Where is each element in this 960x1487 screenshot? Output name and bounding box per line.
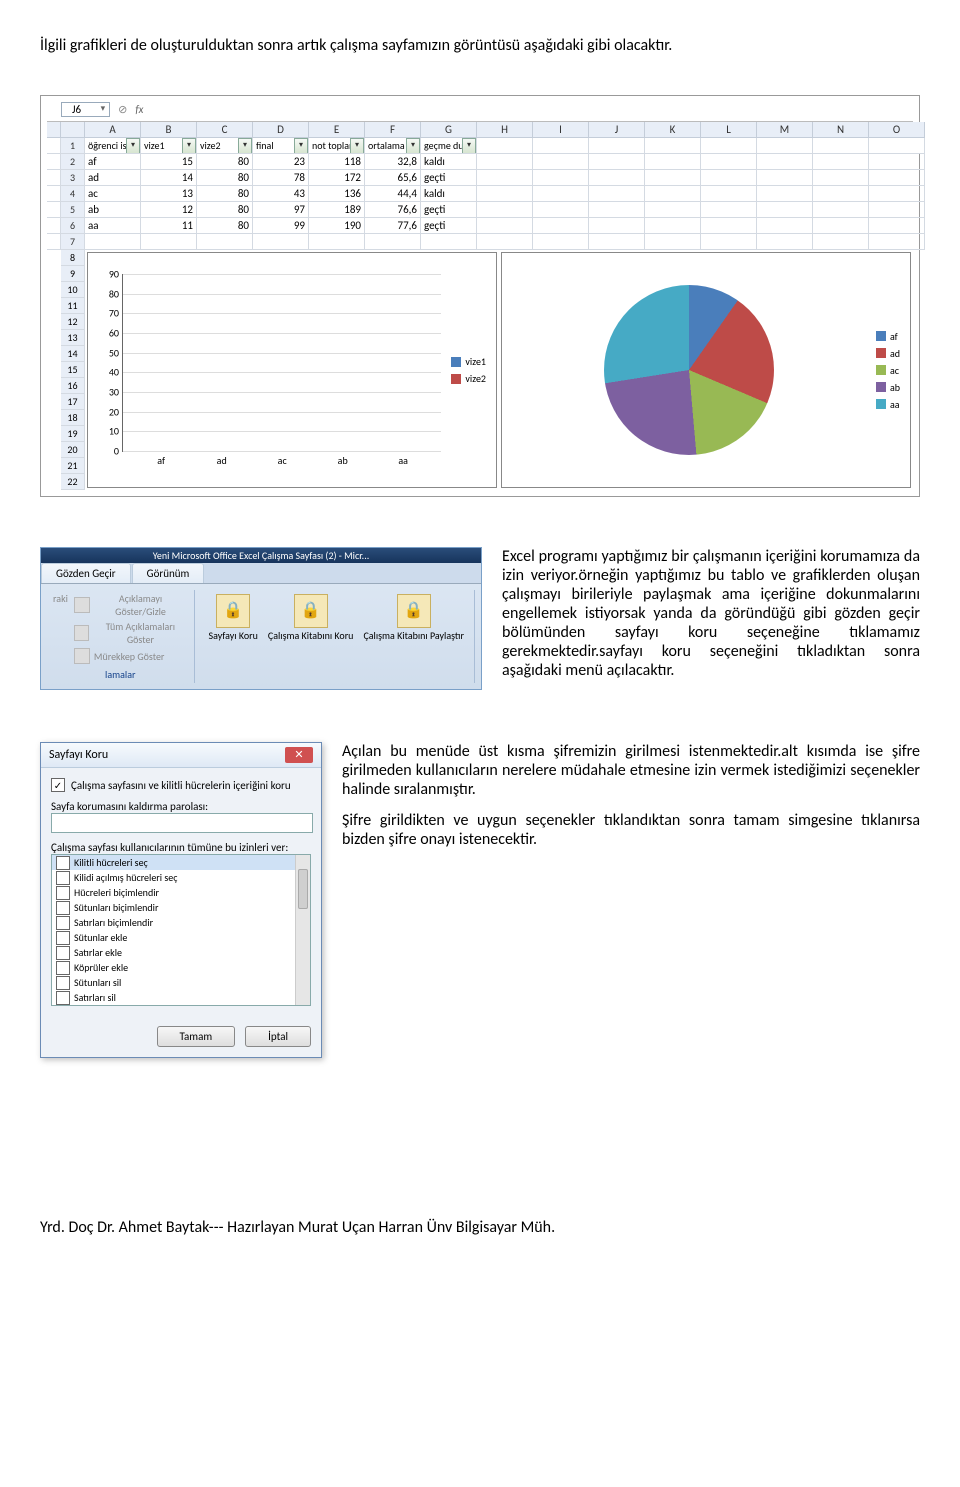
pie-chart: [604, 285, 774, 455]
dialog-title: Sayfayı Koru: [49, 748, 108, 762]
permission-item[interactable]: Sütunları biçimlendir: [52, 900, 310, 915]
fx-label: fx: [135, 103, 143, 116]
table-header-row: 1öğrenci ismi▾vize1▾vize2▾final▾not topl…: [47, 138, 913, 154]
fx-icon[interactable]: ⊘: [118, 103, 127, 116]
lock-icon: 🔒: [216, 594, 250, 628]
ribbon-button[interactable]: 🔒Çalışma Kitabını Koru: [264, 592, 358, 681]
pie-chart-container[interactable]: afadacabaa: [501, 252, 911, 488]
permission-item[interactable]: Sütunları sil: [52, 975, 310, 990]
permission-item[interactable]: Satırları sil: [52, 990, 310, 1005]
window-title: Yeni Microsoft Office Excel Çalışma Sayf…: [41, 548, 481, 563]
permission-item[interactable]: Satırları biçimlendir: [52, 915, 310, 930]
ribbon-button[interactable]: 🔒Sayfayı Koru: [205, 592, 262, 681]
name-box[interactable]: J6: [61, 102, 110, 117]
permission-item[interactable]: Satırlar ekle: [52, 945, 310, 960]
permissions-label: Çalışma sayfası kullanıcılarının tümüne …: [51, 841, 311, 854]
filter-icon[interactable]: ▾: [126, 138, 140, 154]
checkbox[interactable]: [56, 901, 70, 915]
filter-icon[interactable]: ▾: [350, 138, 364, 154]
pie-chart-legend: afadacabaa: [876, 330, 904, 411]
excel-screenshot: J6 ⊘ fx ABCDEFGHIJKLMNO 1öğrenci ismi▾vi…: [40, 95, 920, 497]
protect-checkbox[interactable]: ✓: [51, 778, 65, 792]
permissions-list[interactable]: Kilitli hücreleri seçKilidi açılmış hücr…: [51, 854, 311, 1006]
scrollbar[interactable]: [295, 855, 310, 1005]
checkbox[interactable]: [56, 931, 70, 945]
ribbon-button[interactable]: 🔒Çalışma Kitabını Paylaştır: [359, 592, 468, 681]
filter-icon[interactable]: ▾: [462, 138, 476, 154]
permission-item[interactable]: Hücreleri biçimlendir: [52, 885, 310, 900]
close-icon[interactable]: ✕: [285, 747, 313, 763]
password-input[interactable]: [51, 813, 313, 833]
table-row: 5ab12809718976,6geçti: [47, 202, 913, 218]
ok-button[interactable]: Tamam: [157, 1026, 236, 1047]
table-row: 3ad14807817265,6geçti: [47, 170, 913, 186]
checkbox[interactable]: [56, 886, 70, 900]
page-footer: Yrd. Doç Dr. Ahmet Baytak--- Hazırlayan …: [40, 1218, 920, 1237]
ribbon-group-footer: lamalar: [53, 668, 188, 681]
lock-icon: 🔒: [397, 594, 431, 628]
paragraph-2: Açılan bu menüde üst kısma şifremizin gi…: [342, 742, 920, 799]
checkbox[interactable]: [56, 946, 70, 960]
ribbon-small-item[interactable]: Tüm Açıklamaları Göster: [74, 620, 188, 646]
bar-chart-container[interactable]: 0102030405060708090afadacabaa vize1vize2: [87, 252, 497, 488]
filter-icon[interactable]: ▾: [182, 138, 196, 154]
column-headers: ABCDEFGHIJKLMNO: [47, 122, 913, 138]
filter-icon[interactable]: ▾: [294, 138, 308, 154]
table-row: 2af15802311832,8kaldı: [47, 154, 913, 170]
checkbox[interactable]: [56, 916, 70, 930]
permission-item[interactable]: Kilidi açılmış hücreleri seç: [52, 870, 310, 885]
filter-icon[interactable]: ▾: [406, 138, 420, 154]
checkbox[interactable]: [56, 976, 70, 990]
ribbon-tab[interactable]: Gözden Geçir: [41, 563, 131, 583]
protect-sheet-dialog: Sayfayı Koru ✕ ✓ Çalışma sayfasını ve ki…: [40, 742, 322, 1058]
ribbon-small-item[interactable]: Mürekkep Göster: [74, 648, 164, 664]
cancel-button[interactable]: İptal: [245, 1026, 311, 1047]
ribbon-small-item[interactable]: Açıklamayı Göster/Gizle: [74, 592, 188, 618]
intro-paragraph: İlgili grafikleri de oluşturulduktan son…: [40, 36, 920, 55]
table-row: 6aa11809919077,6geçti: [47, 218, 913, 234]
permission-item[interactable]: Sütunlar ekle: [52, 930, 310, 945]
paragraph-1: Excel programı yaptığımız bir çalışmanın…: [502, 547, 920, 680]
protect-checkbox-label: Çalışma sayfasını ve kilitli hücrelerin …: [71, 779, 291, 792]
checkbox[interactable]: [56, 991, 70, 1005]
paragraph-3: Şifre girildikten ve uygun seçenekler tı…: [342, 811, 920, 849]
ribbon-left-prefix: raki: [53, 592, 68, 664]
password-label: Sayfa korumasını kaldırma parolası:: [51, 800, 311, 813]
bar-chart-legend: vize1vize2: [451, 355, 490, 385]
bar-chart: 0102030405060708090afadacabaa: [94, 270, 445, 470]
filter-icon[interactable]: ▾: [238, 138, 252, 154]
ribbon-screenshot: Yeni Microsoft Office Excel Çalışma Sayf…: [40, 547, 482, 690]
checkbox[interactable]: [56, 961, 70, 975]
lock-icon: 🔒: [294, 594, 328, 628]
permission-item[interactable]: Kilitli hücreleri seç: [52, 855, 310, 870]
table-row: 4ac13804313644,4kaldı: [47, 186, 913, 202]
checkbox[interactable]: [56, 856, 70, 870]
checkbox[interactable]: [56, 871, 70, 885]
permission-item[interactable]: Köprüler ekle: [52, 960, 310, 975]
ribbon-tab[interactable]: Görünüm: [132, 563, 205, 583]
